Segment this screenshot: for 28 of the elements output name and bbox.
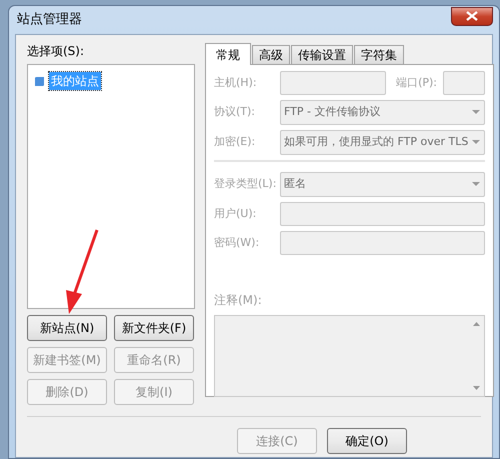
tab[interactable]: 字符集 [354,45,404,64]
tab[interactable]: 传输设置 [291,45,353,64]
comment-label: 注释(M): [214,292,263,309]
field-label: 用户(U): [214,206,258,222]
field-label: 密码(W): [214,234,260,251]
dialog-button[interactable]: 确定(O) [327,428,407,454]
field-label: 登录类型(L): [214,176,278,192]
select-label: 选择项(S): [27,43,86,60]
close-button[interactable] [451,6,493,26]
text-field[interactable] [280,231,485,255]
scroll-down-icon [473,386,480,390]
action-button[interactable]: 新文件夹(F) [114,315,194,341]
window-title: 站点管理器 [16,11,82,30]
field-label: 端口(P): [396,74,437,91]
field-label: 加密(E): [214,134,256,150]
tab[interactable]: 常规 [205,43,251,65]
port-field[interactable] [443,71,485,95]
comment-field[interactable] [214,315,485,397]
action-button[interactable]: 新站点(N) [27,315,107,341]
tab[interactable]: 高级 [252,45,290,64]
field-label: 协议(T): [214,104,256,120]
folder-icon [34,76,45,86]
scroll-up-icon [473,322,480,326]
text-field[interactable] [280,202,485,226]
host-field[interactable] [280,71,386,95]
tree-item[interactable]: 我的站点 [49,72,101,90]
close-icon [465,11,479,21]
field-label: 主机(H): [214,74,258,91]
